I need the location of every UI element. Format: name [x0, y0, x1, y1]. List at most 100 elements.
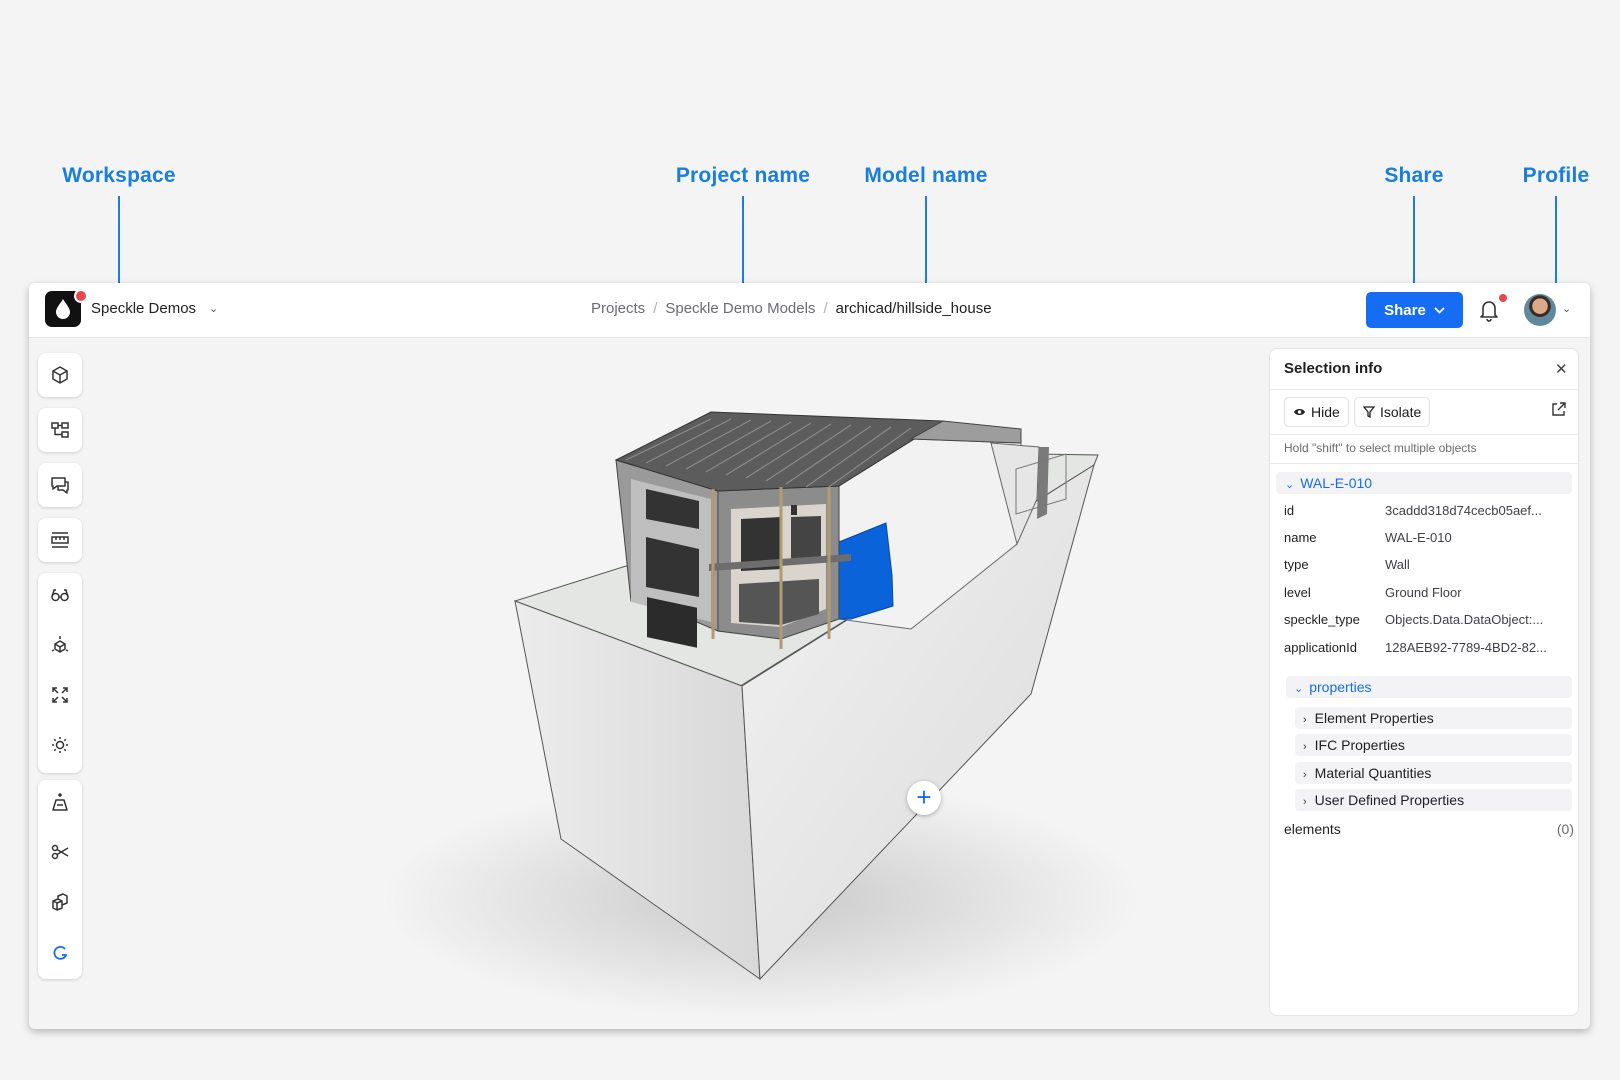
prop-key: id	[1284, 503, 1295, 518]
callout-model-name: Model name	[826, 160, 1026, 297]
chevron-down-icon	[1434, 306, 1445, 314]
divider	[1270, 463, 1578, 464]
callout-line	[1413, 196, 1415, 290]
zoom-extents-button[interactable]	[38, 673, 82, 717]
prop-value: Ground Floor	[1385, 585, 1462, 600]
comments-icon	[51, 477, 69, 494]
panel-title: Selection info	[1284, 360, 1383, 377]
scissors-icon	[51, 844, 69, 860]
object-tree-header[interactable]: ⌄ WAL-E-010	[1276, 472, 1572, 494]
refresh-button[interactable]	[38, 930, 82, 974]
viewer-tools-group	[38, 573, 82, 773]
isolate-label: Isolate	[1380, 404, 1422, 420]
zoom-extents-icon	[52, 687, 68, 703]
isolate-button[interactable]: Isolate	[1354, 397, 1431, 427]
prop-key: speckle_type	[1284, 612, 1360, 627]
sub-item-ifc-properties[interactable]: › IFC Properties	[1295, 734, 1572, 756]
prop-key: name	[1284, 530, 1317, 545]
prop-key: type	[1284, 557, 1309, 572]
elements-row[interactable]: elements (0)	[1284, 821, 1574, 837]
sub-item-element-properties[interactable]: › Element Properties	[1295, 707, 1572, 729]
sub-item-user-defined-properties[interactable]: › User Defined Properties	[1295, 789, 1572, 811]
boxes-icon	[52, 893, 68, 911]
explode-icon	[51, 636, 69, 653]
eye-icon	[1294, 409, 1305, 415]
selection-info-panel: Selection info ✕ Hide Isolate Hold "shif…	[1270, 349, 1578, 1015]
spinner-icon	[53, 945, 68, 960]
measure-button[interactable]	[38, 518, 82, 562]
light-settings-button[interactable]	[38, 723, 82, 767]
chevron-right-icon: ›	[1303, 741, 1307, 753]
prop-row: id 3caddd318d74cecb05aef...	[1284, 503, 1574, 523]
prop-key: applicationId	[1284, 640, 1357, 655]
model-tree-button[interactable]	[38, 408, 82, 452]
scissors-button[interactable]	[38, 830, 82, 874]
properties-group-header[interactable]: ⌄ properties	[1286, 676, 1572, 698]
app-window: Speckle Demos ⌄ Projects / Speckle Demo Mo…	[29, 283, 1590, 1029]
properties-label: properties	[1309, 679, 1372, 695]
share-button-label: Share	[1384, 301, 1426, 319]
callout-line	[925, 196, 927, 290]
chevron-right-icon: ›	[1303, 796, 1307, 808]
prop-value: 128AEB92-7789-4BD2-82...	[1385, 640, 1547, 655]
prop-row: level Ground Floor	[1284, 585, 1574, 605]
model-view-button[interactable]	[38, 353, 82, 397]
multi-select-hint: Hold "shift" to select multiple objects	[1284, 441, 1477, 455]
hide-button[interactable]: Hide	[1284, 397, 1349, 427]
callout-label: Profile	[1522, 164, 1590, 187]
breadcrumb-model[interactable]: archicad/hillside_house	[836, 300, 992, 317]
chevron-down-icon[interactable]: ⌄	[1562, 302, 1571, 315]
elements-label: elements	[1284, 821, 1341, 837]
prop-row: applicationId 128AEB92-7789-4BD2-82...	[1284, 640, 1574, 660]
sub-item-label: IFC Properties	[1314, 737, 1405, 753]
section-box-button[interactable]	[38, 780, 82, 824]
filter-icon	[1363, 406, 1375, 418]
viewer-canvas[interactable]: +	[91, 339, 1291, 1029]
cube-icon	[52, 366, 68, 384]
add-comment-button[interactable]: +	[907, 781, 941, 815]
bell-icon[interactable]	[1478, 298, 1500, 322]
sun-icon	[52, 737, 68, 753]
chevron-down-icon: ⌄	[1285, 479, 1295, 491]
chevron-right-icon: ›	[1303, 769, 1307, 781]
hide-label: Hide	[1311, 404, 1340, 420]
workspace-name[interactable]: Speckle Demos	[91, 300, 196, 317]
prop-row: speckle_type Objects.Data.DataObject:...	[1284, 612, 1574, 632]
external-link-icon[interactable]	[1550, 401, 1567, 418]
prop-row: name WAL-E-010	[1284, 530, 1574, 550]
prop-value: Objects.Data.DataObject:...	[1385, 612, 1544, 627]
chevron-down-icon[interactable]: ⌄	[209, 302, 218, 315]
callout-project-name: Project name	[643, 160, 843, 297]
scene-tools-group	[38, 780, 82, 979]
callout-line	[1555, 196, 1557, 290]
share-button[interactable]: Share	[1366, 292, 1463, 328]
model-tree-icon	[51, 422, 69, 438]
glasses-icon	[51, 589, 69, 602]
breadcrumb-separator: /	[653, 300, 658, 317]
top-bar: Speckle Demos ⌄ Projects / Speckle Demo Mo…	[29, 283, 1590, 338]
section-icon	[52, 793, 68, 811]
comments-button[interactable]	[38, 463, 82, 507]
breadcrumb-project[interactable]: Speckle Demo Models	[665, 300, 815, 317]
breadcrumb-separator: /	[823, 300, 828, 317]
measure-icon	[51, 532, 69, 548]
view-modes-button[interactable]	[38, 573, 82, 617]
callout-label: Workspace	[62, 164, 176, 187]
prop-value: Wall	[1385, 557, 1410, 572]
chevron-right-icon: ›	[1303, 714, 1307, 726]
explode-button[interactable]	[38, 623, 82, 667]
elements-count: (0)	[1556, 821, 1574, 837]
avatar[interactable]	[1524, 294, 1556, 326]
prop-row: type Wall	[1284, 557, 1574, 577]
divider	[1270, 434, 1578, 435]
models-button[interactable]	[38, 880, 82, 924]
sub-item-label: User Defined Properties	[1314, 792, 1465, 808]
close-icon[interactable]: ✕	[1555, 360, 1568, 378]
prop-value: WAL-E-010	[1385, 530, 1452, 545]
breadcrumb-projects[interactable]: Projects	[591, 300, 645, 317]
sub-item-label: Element Properties	[1314, 710, 1434, 726]
callout-line	[118, 196, 120, 290]
prop-value: 3caddd318d74cecb05aef...	[1385, 503, 1542, 518]
callout-line	[742, 196, 744, 290]
sub-item-material-quantities[interactable]: › Material Quantities	[1295, 762, 1572, 784]
